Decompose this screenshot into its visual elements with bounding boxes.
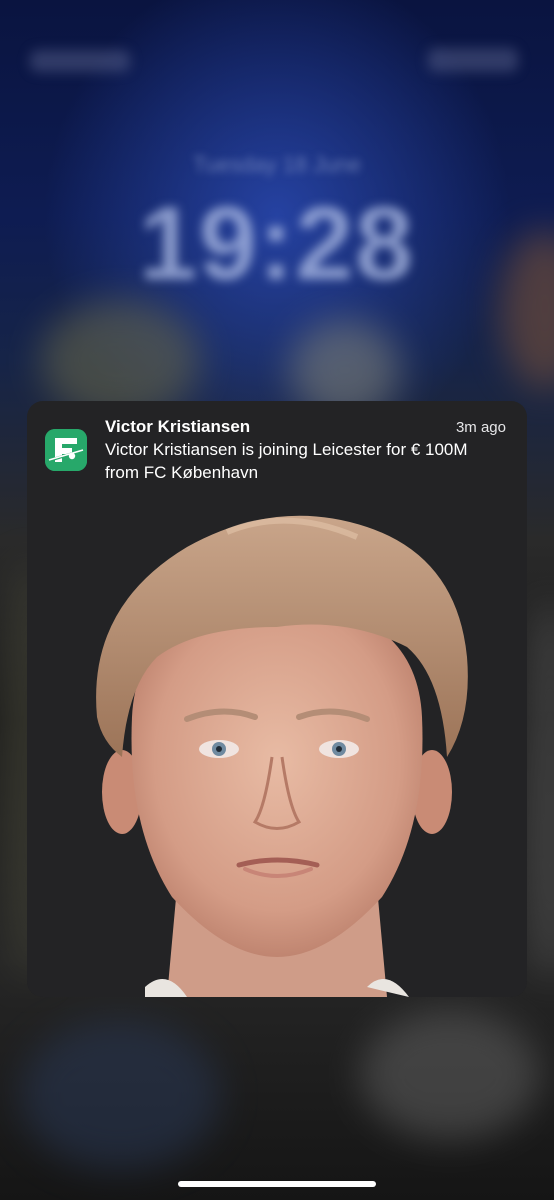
player-headshot-image [27,487,527,997]
notification-title: Victor Kristiansen [105,417,251,436]
notification-body: Victor Kristiansen is joining Leicester … [105,440,468,482]
push-notification[interactable]: Victor Kristiansen 3m ago Victor Kristia… [27,401,527,997]
lock-screen-date: Tuesday 18 June [193,152,361,177]
notification-timestamp: 3m ago [455,419,506,436]
home-indicator[interactable] [178,1181,376,1187]
status-bar-left [30,50,130,72]
lock-screen-clock: 19:28 [139,186,415,302]
football-app-icon [45,429,87,471]
status-bar-right [428,48,518,72]
